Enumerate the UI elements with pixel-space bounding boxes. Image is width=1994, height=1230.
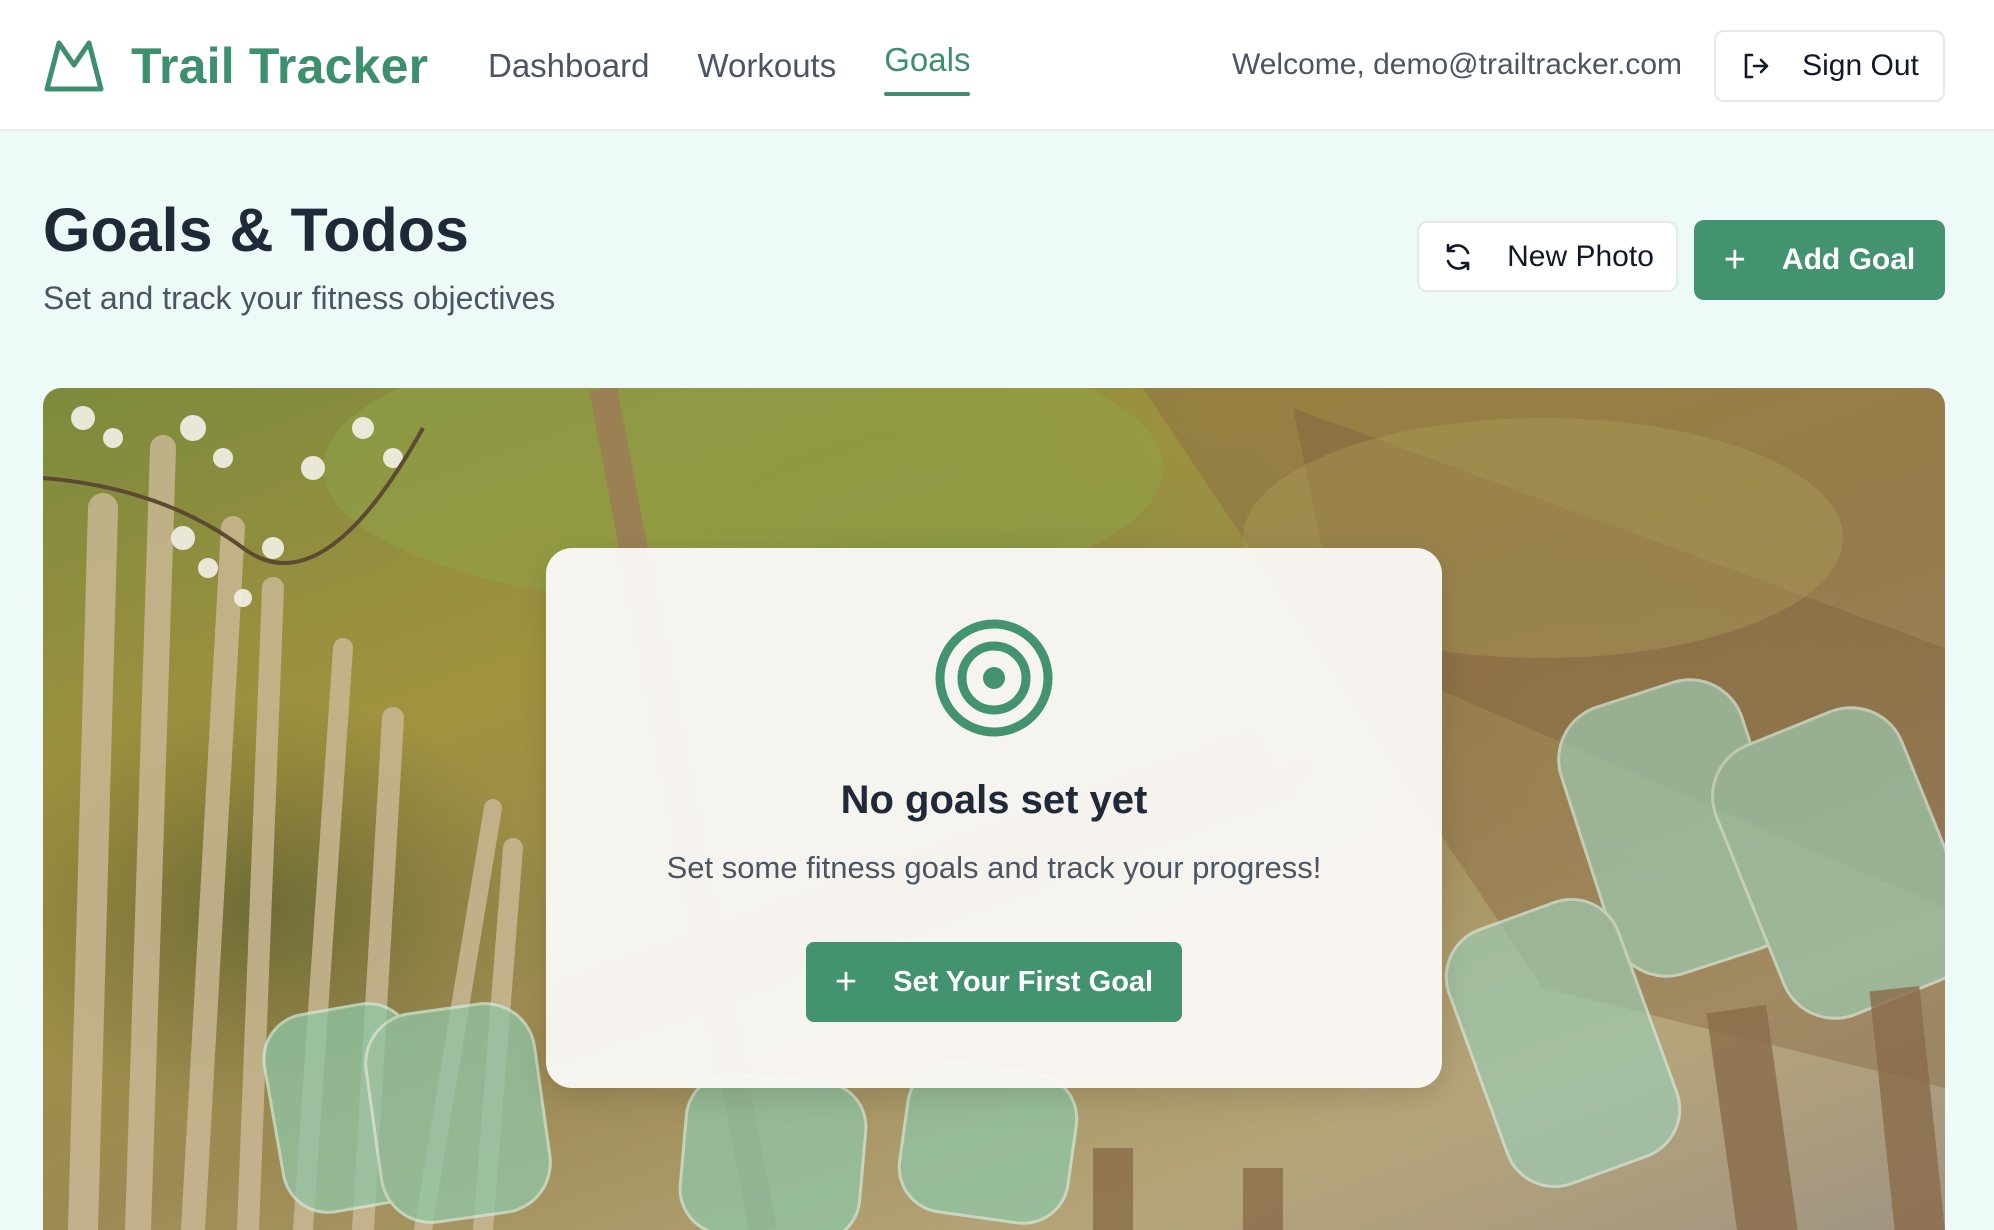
set-first-goal-label: Set Your First Goal <box>893 965 1154 998</box>
new-photo-button[interactable]: New Photo <box>1417 221 1678 292</box>
add-goal-button[interactable]: + Add Goal <box>1694 220 1945 300</box>
plus-icon: + <box>834 961 858 1003</box>
brand-name: Trail Tracker <box>131 38 429 94</box>
new-photo-label: New Photo <box>1507 239 1654 273</box>
empty-state-card: No goals set yet Set some fitness goals … <box>546 548 1442 1088</box>
nav-item-goals[interactable]: Goals <box>884 41 971 96</box>
nav-item-dashboard[interactable]: Dashboard <box>488 47 649 85</box>
nav-item-workouts[interactable]: Workouts <box>697 47 836 85</box>
sign-out-button[interactable]: Sign Out <box>1714 30 1945 102</box>
page-subtitle: Set and track your fitness objectives <box>43 280 556 316</box>
mountain-icon <box>43 35 105 98</box>
empty-state-title: No goals set yet <box>840 778 1148 822</box>
page-title: Goals & Todos <box>43 196 469 264</box>
top-navbar: Trail Tracker Dashboard Workouts Goals W… <box>0 0 1994 131</box>
set-first-goal-button[interactable]: + Set Your First Goal <box>806 942 1182 1022</box>
refresh-icon <box>1446 243 1470 270</box>
sign-out-label: Sign Out <box>1802 49 1919 82</box>
plus-icon: + <box>1723 239 1746 281</box>
brand[interactable]: Trail Tracker <box>43 36 428 96</box>
log-out-icon <box>1744 53 1769 79</box>
target-icon <box>935 619 1053 737</box>
main-nav: Dashboard Workouts Goals <box>488 36 1018 96</box>
welcome-text: Welcome, demo@trailtracker.com <box>1231 48 1682 81</box>
empty-state-message: Set some fitness goals and track your pr… <box>666 850 1322 885</box>
add-goal-label: Add Goal <box>1781 243 1916 276</box>
